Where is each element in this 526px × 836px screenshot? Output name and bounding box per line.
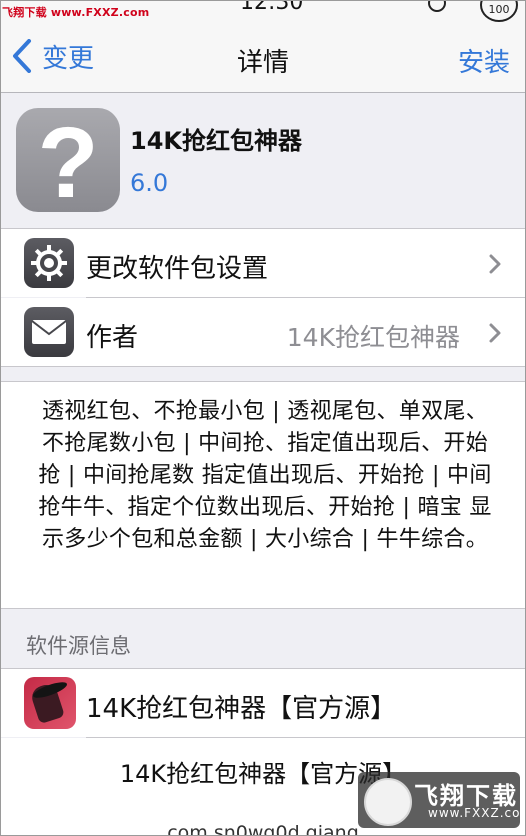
package-header: ? 14K抢红包神器 6.0 [0, 93, 526, 228]
watermark-logo: 飞翔下载 www.FXXZ.com [358, 772, 526, 828]
gear-icon [24, 238, 74, 288]
chevron-right-icon [489, 254, 501, 274]
chevron-right-icon [489, 323, 501, 343]
description-text: 透视红包、不抢最小包 | 透视尾包、单双尾、不抢尾数小包 | 中间抢、指定值出现… [38, 399, 492, 552]
author-label: 作者 [86, 323, 139, 353]
status-time: 12:30 [240, 0, 304, 15]
install-button[interactable]: 安装 [458, 42, 510, 79]
navigation-bar: 变更 详情 安装 [0, 22, 526, 93]
package-version: 6.0 [130, 169, 169, 197]
mail-icon [24, 307, 74, 357]
source-row[interactable]: 14K抢红包神器【官方源】 [0, 669, 526, 737]
question-mark-icon: ? [16, 108, 120, 213]
section-header-source: 软件源信息 [26, 634, 131, 658]
watermark-text: 飞翔下载 www.FXXZ.com [2, 6, 150, 19]
status-bar: 飞翔下载 www.FXXZ.com 12:30 100 [0, 0, 526, 22]
page-title: 详情 [236, 48, 289, 78]
logo-icon [364, 778, 412, 826]
author-value: 14K抢红包神器 [286, 323, 460, 352]
source-name: 14K抢红包神器【官方源】 [86, 694, 397, 724]
watermark-url: www.FXXZ.com [428, 806, 526, 820]
author-row[interactable]: 作者 14K抢红包神器 [0, 298, 526, 366]
package-name: 14K抢红包神器 [130, 127, 302, 155]
lock-rotation-icon [428, 0, 446, 12]
source-avatar-icon [24, 677, 76, 729]
description-panel: 透视红包、不抢最小包 | 透视尾包、单双尾、不抢尾数小包 | 中间抢、指定值出现… [0, 382, 526, 608]
settings-label: 更改软件包设置 [86, 254, 269, 284]
battery-icon: 100 [480, 0, 518, 22]
settings-row[interactable]: 更改软件包设置 [0, 229, 526, 297]
